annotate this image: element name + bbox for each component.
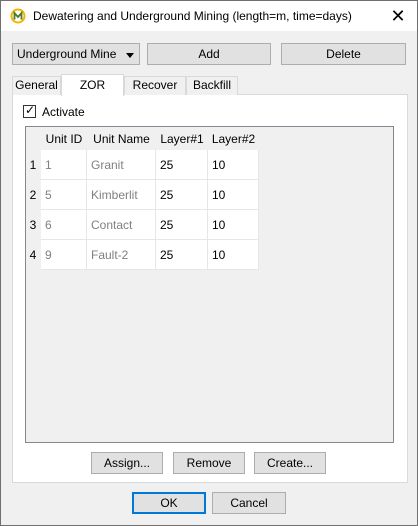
tab-zor[interactable]: ZOR xyxy=(61,74,124,96)
close-icon[interactable]: ✕ xyxy=(387,5,409,27)
cell-layer2[interactable]: 10 xyxy=(208,210,259,240)
tab-backfill[interactable]: Backfill xyxy=(186,76,238,95)
cancel-button[interactable]: Cancel xyxy=(212,492,286,514)
col-header-unit-name[interactable]: Unit Name xyxy=(87,127,156,152)
cell-unit-id: 9 xyxy=(41,240,87,270)
cell-layer1[interactable]: 25 xyxy=(156,150,208,180)
col-header-unit-id[interactable]: Unit ID xyxy=(41,127,87,152)
remove-button[interactable]: Remove xyxy=(173,452,245,474)
cell-layer2[interactable]: 10 xyxy=(208,240,259,270)
cell-unit-id: 6 xyxy=(41,210,87,240)
cell-layer1[interactable]: 25 xyxy=(156,180,208,210)
checkmark-icon: ✓ xyxy=(25,103,36,117)
row-number[interactable]: 4 xyxy=(26,240,40,270)
cell-layer1[interactable]: 25 xyxy=(156,240,208,270)
cell-unit-name: Contact xyxy=(87,210,156,240)
row-number[interactable]: 1 xyxy=(26,150,40,180)
tab-general[interactable]: General xyxy=(12,76,61,95)
activate-label: Activate xyxy=(42,105,85,119)
delete-button[interactable]: Delete xyxy=(281,43,406,65)
create-button[interactable]: Create... xyxy=(254,452,326,474)
row-number[interactable]: 2 xyxy=(26,180,40,210)
combo-value: Underground Mine xyxy=(17,47,117,61)
add-button[interactable]: Add xyxy=(147,43,271,65)
app-logo-icon xyxy=(10,8,26,24)
activate-checkbox[interactable]: ✓ xyxy=(23,103,36,118)
row-number[interactable]: 3 xyxy=(26,210,40,240)
cell-unit-id: 5 xyxy=(41,180,87,210)
cell-unit-name: Granit xyxy=(87,150,156,180)
assign-button[interactable]: Assign... xyxy=(91,452,163,474)
chevron-down-icon xyxy=(126,53,134,58)
dialog-window: Dewatering and Underground Mining (lengt… xyxy=(0,0,418,526)
cell-layer2[interactable]: 10 xyxy=(208,180,259,210)
ok-button[interactable]: OK xyxy=(132,492,206,514)
cell-unit-id: 1 xyxy=(41,150,87,180)
cell-unit-name: Kimberlit xyxy=(87,180,156,210)
unit-grid[interactable]: Unit ID Unit Name Layer#1 Layer#2 1 1 Gr… xyxy=(25,126,394,443)
window-title: Dewatering and Underground Mining (lengt… xyxy=(33,9,352,23)
col-header-layer1[interactable]: Layer#1 xyxy=(156,127,208,152)
title-bar: Dewatering and Underground Mining (lengt… xyxy=(1,1,417,31)
cell-layer1[interactable]: 25 xyxy=(156,210,208,240)
cell-unit-name: Fault-2 xyxy=(87,240,156,270)
cell-layer2[interactable]: 10 xyxy=(208,150,259,180)
tab-recover[interactable]: Recover xyxy=(124,76,186,95)
mine-type-combo[interactable]: Underground Mine xyxy=(12,43,140,65)
col-header-layer2[interactable]: Layer#2 xyxy=(208,127,259,152)
